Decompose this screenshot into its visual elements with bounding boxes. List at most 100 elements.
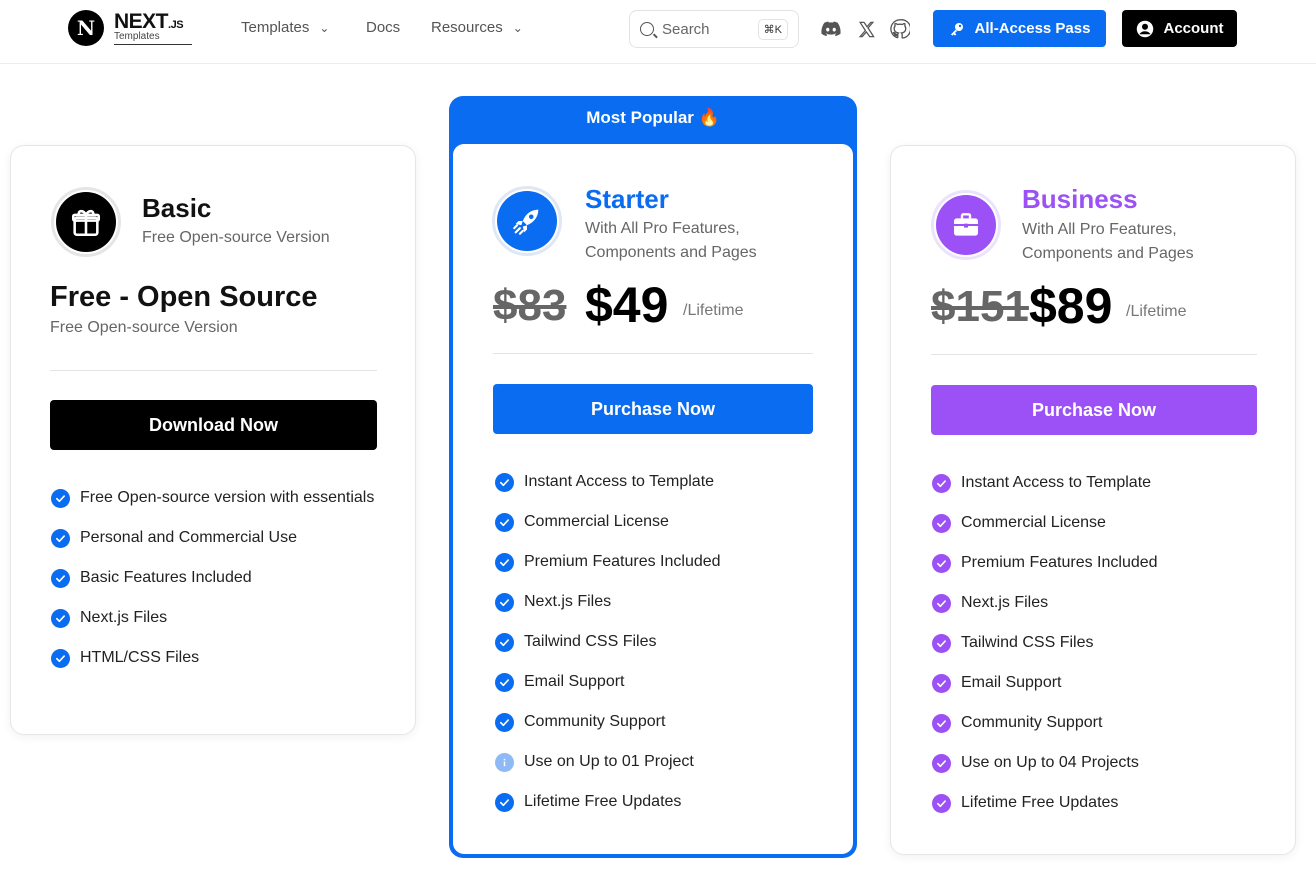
check-circle-icon	[495, 593, 514, 612]
github-icon[interactable]	[890, 19, 910, 39]
feature-label: Tailwind CSS Files	[524, 633, 657, 650]
nav-templates[interactable]: Templates ⌄	[241, 19, 329, 36]
feature-item: Next.js Files	[495, 590, 825, 614]
feature-label: Premium Features Included	[961, 554, 1158, 571]
check-circle-icon	[495, 633, 514, 652]
old-price: $151	[931, 282, 1029, 331]
shortcut-badge: ⌘K	[757, 18, 788, 40]
feature-item: Tailwind CSS Files	[932, 631, 1262, 655]
feature-item: Premium Features Included	[495, 550, 825, 574]
most-popular-badge: Most Popular 🔥	[586, 108, 720, 127]
feature-label: Next.js Files	[524, 593, 612, 610]
feature-item: Next.js Files	[51, 606, 381, 630]
feature-item: Use on Up to 04 Projects	[932, 751, 1262, 775]
purchase-now-button[interactable]: Purchase Now	[493, 384, 813, 434]
check-circle-icon	[495, 513, 514, 532]
feature-item: Personal and Commercial Use	[51, 526, 381, 550]
plan-subtitle-line1: With All Pro Features,	[1022, 221, 1177, 238]
feature-list: Instant Access to Template Commercial Lic…	[495, 470, 825, 830]
download-now-button[interactable]: Download Now	[50, 400, 377, 450]
price-period: /Lifetime	[1126, 303, 1187, 320]
feature-item: HTML/CSS Files	[51, 646, 381, 670]
plan-subtitle-line2: Components and Pages	[585, 244, 757, 261]
check-circle-icon	[51, 609, 70, 628]
check-circle-icon	[932, 674, 951, 693]
rocket-icon	[513, 209, 539, 235]
check-circle-icon	[51, 529, 70, 548]
check-circle-icon	[932, 714, 951, 733]
purchase-now-button[interactable]: Purchase Now	[931, 385, 1257, 435]
feature-label: Commercial License	[961, 514, 1106, 531]
old-price: $83	[493, 281, 567, 330]
logo-wordmark: NEXT.JS	[114, 10, 184, 33]
all-access-pass-button[interactable]: All-Access Pass	[933, 10, 1106, 47]
feature-item: Lifetime Free Updates	[932, 791, 1262, 815]
chevron-down-icon: ⌄	[512, 20, 523, 35]
divider	[50, 370, 377, 371]
top-navbar: N NEXT.JS Templates Templates ⌄ Docs Reso…	[0, 0, 1316, 64]
feature-item: Free Open-source version with essentials	[51, 486, 381, 510]
feature-item: Lifetime Free Updates	[495, 790, 825, 814]
search-input[interactable]: Search ⌘K	[629, 10, 799, 48]
plan-subtitle-line2: Components and Pages	[1022, 245, 1194, 262]
plan-card-business: Business With All Pro Features, Componen…	[890, 145, 1296, 855]
plan-headline: Free - Open Source	[50, 281, 318, 313]
feature-label: Community Support	[524, 713, 666, 730]
plan-avatar	[931, 190, 1001, 260]
key-icon	[950, 22, 963, 36]
feature-item: Instant Access to Template	[495, 470, 825, 494]
feature-list: Free Open-source version with essentials…	[51, 486, 381, 686]
feature-label: Personal and Commercial Use	[80, 529, 297, 546]
feature-label: HTML/CSS Files	[80, 649, 200, 666]
feature-label: Instant Access to Template	[961, 474, 1152, 491]
feature-item: Basic Features Included	[51, 566, 381, 590]
nav-resources[interactable]: Resources ⌄	[431, 19, 523, 36]
logo-mark: N	[68, 10, 104, 46]
site-logo[interactable]: N NEXT.JS Templates	[68, 10, 192, 46]
feature-item: Community Support	[495, 710, 825, 734]
feature-label: Premium Features Included	[524, 553, 721, 570]
feature-item: Email Support	[932, 671, 1262, 695]
gift-icon	[71, 209, 101, 237]
nav-docs[interactable]: Docs	[366, 19, 400, 36]
feature-label: Lifetime Free Updates	[524, 793, 682, 810]
x-twitter-icon[interactable]	[856, 19, 876, 39]
feature-label: Use on Up to 01 Project	[524, 753, 694, 770]
logo-subtitle: Templates	[114, 32, 192, 45]
check-circle-icon	[495, 713, 514, 732]
account-button[interactable]: Account	[1122, 10, 1237, 47]
feature-label: Email Support	[961, 674, 1062, 691]
feature-item: Commercial License	[932, 511, 1262, 535]
feature-label: Use on Up to 04 Projects	[961, 754, 1139, 771]
feature-label: Tailwind CSS Files	[961, 634, 1094, 651]
check-circle-icon	[932, 594, 951, 613]
feature-item: Instant Access to Template	[932, 471, 1262, 495]
plan-subtitle-line1: With All Pro Features,	[585, 220, 740, 237]
plan-card-starter-highlight: Most Popular 🔥 Starter With All Pro Feat…	[449, 96, 857, 858]
search-icon	[640, 22, 654, 36]
discord-icon[interactable]	[821, 19, 841, 39]
check-circle-icon	[932, 634, 951, 653]
check-circle-icon	[932, 474, 951, 493]
plan-name: Business	[1022, 184, 1138, 214]
plan-name: Basic	[142, 193, 212, 223]
feature-label: Next.js Files	[961, 594, 1049, 611]
plan-name: Starter	[585, 184, 669, 214]
feature-label: Next.js Files	[80, 609, 168, 626]
plan-subtitle: Free Open-source Version	[142, 229, 330, 246]
feature-item: Email Support	[495, 670, 825, 694]
feature-label: Basic Features Included	[80, 569, 252, 586]
divider	[493, 353, 813, 354]
check-circle-icon	[932, 514, 951, 533]
plan-card-starter: Starter With All Pro Features, Component…	[453, 144, 853, 854]
feature-list: Instant Access to Template Commercial Lic…	[932, 471, 1262, 831]
plan-avatar	[51, 187, 121, 257]
price: $89	[1029, 278, 1113, 334]
feature-label: Community Support	[961, 714, 1103, 731]
check-circle-icon	[495, 473, 514, 492]
briefcase-icon	[954, 213, 978, 236]
feature-label: Free Open-source version with essentials	[80, 489, 375, 506]
plan-headline-subtitle: Free Open-source Version	[50, 319, 238, 336]
plan-avatar	[492, 186, 562, 256]
check-circle-icon	[932, 794, 951, 813]
